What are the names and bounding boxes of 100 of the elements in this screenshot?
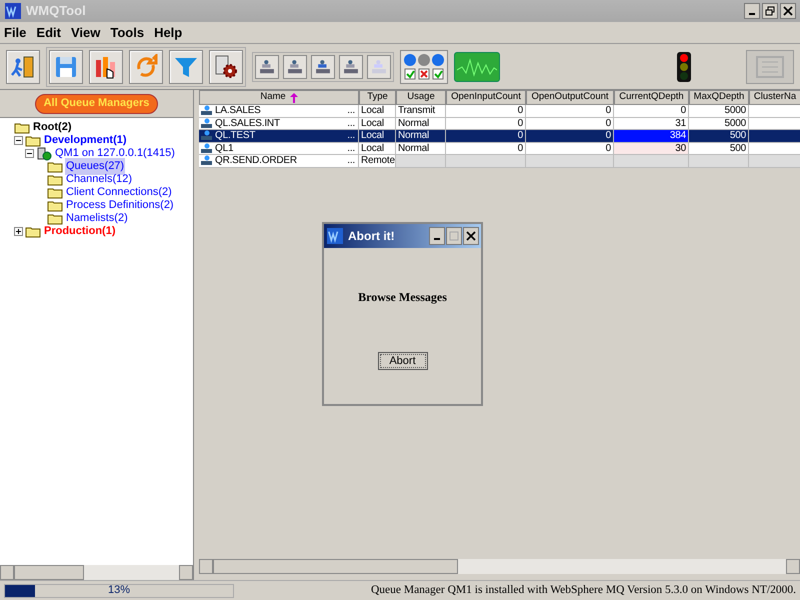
table-cell: 0 bbox=[518, 142, 523, 154]
menu-item[interactable]: Edit bbox=[36, 22, 61, 42]
table-cell: QL.TEST bbox=[215, 130, 256, 142]
table-cell: Normal bbox=[398, 142, 430, 154]
table-cell: 0 bbox=[518, 130, 523, 142]
close-button[interactable] bbox=[780, 3, 796, 19]
door-icon bbox=[10, 54, 36, 80]
collapse-toggle-icon[interactable] bbox=[14, 136, 22, 145]
table-cell: Normal bbox=[398, 118, 430, 130]
restore-button[interactable] bbox=[762, 3, 778, 19]
table-row[interactable]: QL.SALES.INT ... Local Normal 0 0 31 5000 bbox=[199, 118, 800, 130]
column-header[interactable]: ClusterNa bbox=[749, 90, 800, 105]
app-logo-icon bbox=[326, 228, 344, 244]
tree-item[interactable]: Queues(27) bbox=[65, 158, 126, 175]
table-cell: 384 bbox=[670, 130, 686, 142]
horizontal-scrollbar[interactable] bbox=[0, 565, 193, 580]
table-cell: 5000 bbox=[724, 105, 746, 117]
server-icon bbox=[36, 146, 52, 160]
status-message: Queue Manager QM1 is installed with WebSphere MQ Version 5.3.0 on Windows NT/2000. bbox=[370, 582, 796, 598]
queue-icon bbox=[201, 118, 212, 129]
queue-icon bbox=[201, 105, 212, 116]
table-cell: QR.SEND.ORDER bbox=[215, 155, 297, 167]
window-title: WMQTool bbox=[26, 2, 86, 20]
monitor-button[interactable] bbox=[454, 52, 500, 82]
abort-button[interactable]: Abort bbox=[378, 352, 428, 370]
menu-item[interactable]: Tools bbox=[110, 22, 144, 42]
table-cell: 0 bbox=[518, 105, 523, 117]
view-button[interactable] bbox=[367, 54, 391, 78]
save-button[interactable] bbox=[49, 50, 83, 84]
ellipsis-button[interactable]: ... bbox=[347, 142, 356, 154]
exit-button[interactable] bbox=[6, 50, 40, 84]
table-row[interactable]: LA.SALES ... Local Transmit 0 0 0 5000 bbox=[199, 105, 800, 118]
close-icon bbox=[783, 6, 793, 16]
table-cell: Normal bbox=[398, 130, 430, 142]
document-icon bbox=[753, 54, 787, 78]
column-header[interactable]: MaxQDepth bbox=[689, 90, 749, 105]
table-cell: 0 bbox=[606, 142, 611, 154]
queue-icon bbox=[201, 155, 212, 166]
folder-icon bbox=[25, 226, 41, 238]
ellipsis-button[interactable]: ... bbox=[347, 118, 356, 130]
menu-item[interactable]: View bbox=[70, 22, 100, 42]
queue-icon bbox=[201, 142, 212, 154]
filter-button[interactable] bbox=[169, 50, 203, 84]
collapse-toggle-icon[interactable] bbox=[24, 149, 34, 158]
table-cell: 30 bbox=[675, 142, 686, 154]
chart-button[interactable] bbox=[89, 50, 123, 84]
table-cell: 0 bbox=[606, 130, 611, 142]
view-button[interactable] bbox=[255, 54, 279, 78]
table-cell: Local bbox=[361, 142, 384, 154]
status-button[interactable] bbox=[400, 50, 448, 84]
status-lights-icon bbox=[402, 52, 446, 82]
column-header[interactable]: OpenOutputCount bbox=[526, 90, 614, 105]
app-logo-icon bbox=[4, 3, 22, 19]
settings-button[interactable] bbox=[209, 50, 243, 84]
table-cell: Transmit bbox=[398, 105, 435, 117]
table-cell: Local bbox=[361, 105, 384, 117]
minimize-button[interactable] bbox=[429, 227, 445, 245]
folder-icon bbox=[14, 122, 30, 134]
table-cell: 0 bbox=[518, 118, 523, 130]
table-cell: Remote bbox=[361, 155, 395, 167]
gear-icon bbox=[213, 54, 239, 80]
view-button[interactable] bbox=[339, 54, 363, 78]
stack-icon bbox=[258, 58, 276, 76]
sort-arrow-icon bbox=[290, 92, 298, 102]
folder-icon bbox=[47, 212, 63, 224]
ellipsis-button[interactable]: ... bbox=[347, 105, 356, 117]
horizontal-scrollbar[interactable] bbox=[199, 559, 800, 574]
expand-toggle-icon[interactable] bbox=[14, 227, 22, 236]
minimize-icon bbox=[749, 13, 755, 15]
table-cell: LA.SALES bbox=[215, 105, 261, 117]
table-cell: 500 bbox=[730, 142, 746, 154]
close-button[interactable] bbox=[463, 227, 479, 245]
table-cell: 0 bbox=[680, 105, 686, 117]
view-button[interactable] bbox=[283, 54, 307, 78]
dialog-title: Abort it! bbox=[348, 228, 395, 245]
minimize-button[interactable] bbox=[744, 3, 760, 19]
ellipsis-button[interactable]: ... bbox=[347, 130, 356, 142]
column-header[interactable]: CurrentQDepth bbox=[614, 90, 689, 105]
menu-item[interactable]: Help bbox=[154, 22, 182, 42]
queue-icon bbox=[201, 130, 212, 142]
table-row[interactable]: QL.TEST ... Local Normal 0 0 384 500 bbox=[199, 130, 800, 142]
menu-item[interactable]: File bbox=[4, 22, 26, 42]
folder-icon bbox=[47, 174, 63, 186]
table-cell: 0 bbox=[606, 105, 611, 117]
column-header[interactable]: Type bbox=[359, 90, 396, 105]
view-button[interactable] bbox=[311, 54, 335, 78]
table-row[interactable]: QR.SEND.ORDER ... Remote bbox=[199, 155, 800, 168]
column-header[interactable]: Usage bbox=[396, 90, 446, 105]
ellipsis-button[interactable]: ... bbox=[347, 155, 356, 167]
folder-icon bbox=[47, 160, 63, 172]
table-cell: QL.SALES.INT bbox=[215, 118, 280, 130]
table-row[interactable]: QL1 ... Local Normal 0 0 30 500 bbox=[199, 142, 800, 155]
close-icon bbox=[466, 231, 476, 241]
column-header[interactable]: OpenInputCount bbox=[446, 90, 526, 105]
traffic-light-icon bbox=[674, 50, 694, 82]
progress-percent: 13% bbox=[108, 583, 130, 598]
refresh-button[interactable] bbox=[129, 50, 163, 84]
table-cell: Local bbox=[361, 118, 384, 130]
minimize-icon bbox=[434, 238, 440, 240]
column-header[interactable]: Name bbox=[199, 90, 359, 105]
